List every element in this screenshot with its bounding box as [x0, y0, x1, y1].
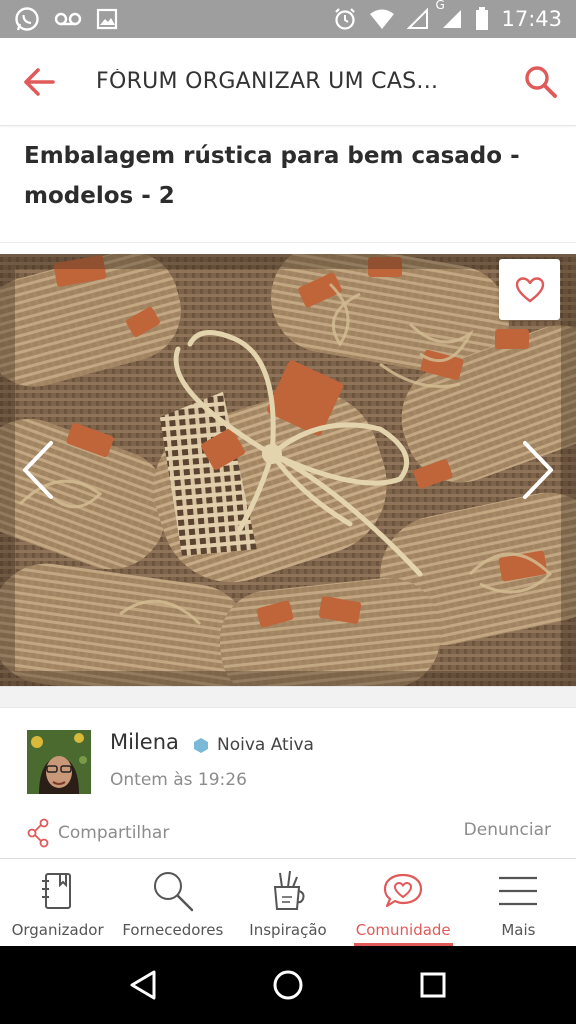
next-photo-button[interactable] [514, 430, 564, 510]
nav-label-organizador: Organizador [11, 921, 104, 939]
share-label: Compartilhar [58, 823, 170, 843]
whatsapp-icon [14, 6, 40, 32]
signal-empty-icon [407, 8, 429, 30]
nav-item-organizador[interactable]: Organizador [0, 859, 115, 946]
nav-label-mais: Mais [501, 921, 536, 939]
system-recents-button[interactable] [403, 955, 463, 1015]
voicemail-icon [54, 10, 82, 28]
wifi-icon [369, 8, 395, 30]
back-button[interactable] [4, 38, 74, 126]
nav-item-comunidade[interactable]: Comunidade [346, 859, 461, 946]
search-icon [525, 65, 557, 98]
recents-square-icon [420, 972, 446, 998]
page-title: FÓRUM ORGANIZAR UM CAS... [96, 69, 439, 94]
chevron-right-icon [523, 441, 553, 499]
post-title: Embalagem rústica para bem casado - mode… [24, 143, 520, 209]
author-status-badge: Noiva Ativa [217, 735, 314, 755]
status-time: 17:43 [501, 7, 562, 31]
nav-label-fornecedores: Fornecedores [122, 921, 224, 939]
system-back-button[interactable] [113, 955, 173, 1015]
app-bar: FÓRUM ORGANIZAR UM CAS... [0, 38, 576, 126]
nav-label-comunidade: Comunidade [355, 921, 451, 939]
battery-icon [475, 7, 489, 31]
nav-item-inspiracao[interactable]: Inspiração [230, 859, 345, 946]
search-button[interactable] [506, 38, 576, 126]
avatar-image [27, 730, 91, 794]
image-icon [96, 8, 118, 30]
notebook-icon [41, 873, 71, 909]
burlap-favors-image [0, 254, 576, 686]
author-name[interactable]: Milena [110, 730, 179, 754]
share-icon [27, 818, 49, 848]
screen: G 17:43 FÓRUM ORGANIZAR UM CAS... Embala… [0, 0, 576, 1024]
post-photo[interactable] [0, 254, 576, 686]
network-type-label: G [435, 0, 445, 12]
bottom-navigation: Organizador Fornecedores Inspiração Comu… [0, 858, 576, 946]
back-triangle-icon [130, 970, 156, 1000]
search-icon [153, 872, 193, 912]
post-timestamp: Ontem às 19:26 [110, 770, 247, 790]
home-circle-icon [273, 970, 303, 1000]
favorite-button[interactable] [499, 259, 560, 320]
status-bar: G 17:43 [0, 0, 576, 38]
chevron-left-icon [23, 441, 53, 499]
system-navigation-bar [0, 946, 576, 1024]
previous-photo-button[interactable] [12, 430, 62, 510]
avatar[interactable] [27, 730, 91, 794]
hamburger-icon [499, 876, 538, 906]
divider [0, 242, 576, 243]
nav-item-mais[interactable]: Mais [461, 859, 576, 946]
report-button[interactable]: Denunciar [464, 820, 551, 840]
heart-chat-icon [384, 873, 423, 908]
nav-label-inspiracao: Inspiração [249, 921, 327, 939]
nav-item-fornecedores[interactable]: Fornecedores [115, 859, 230, 946]
arrow-left-icon [24, 67, 55, 96]
share-button[interactable]: Compartilhar [26, 817, 169, 849]
system-home-button[interactable] [258, 955, 318, 1015]
alarm-icon [333, 7, 357, 31]
pencil-cup-icon [273, 870, 305, 910]
signal-icon: G [435, 0, 463, 30]
hexagon-badge-icon [193, 737, 209, 758]
heart-outline-icon [515, 276, 544, 302]
section-separator [0, 686, 576, 708]
